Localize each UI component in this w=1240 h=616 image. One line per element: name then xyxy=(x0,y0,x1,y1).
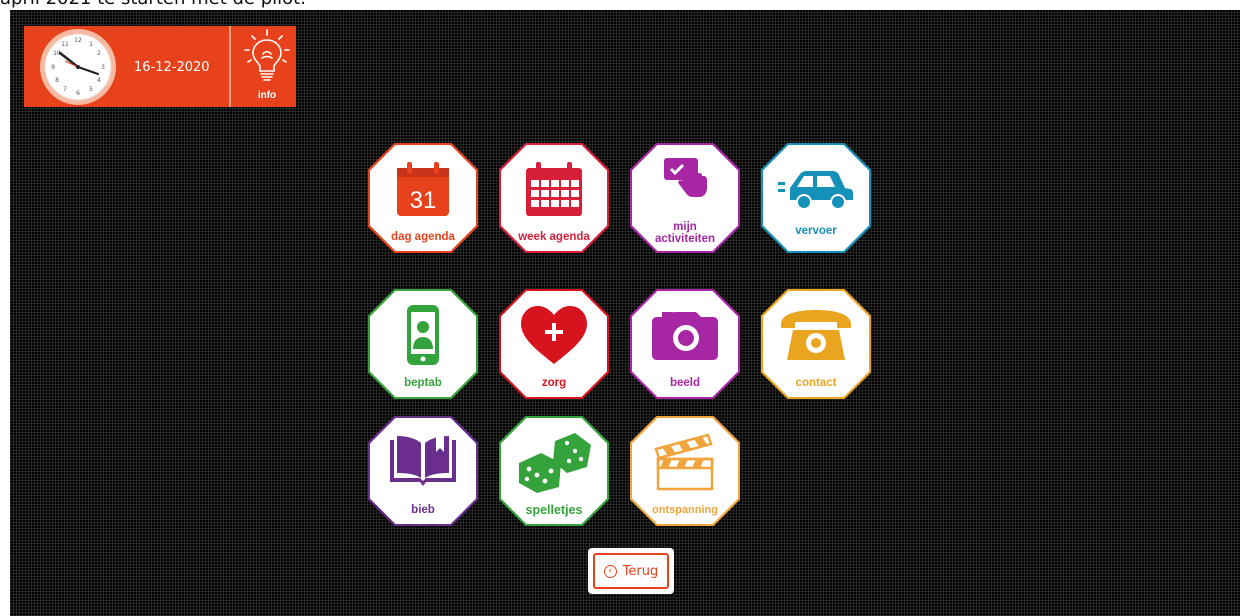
info-button[interactable]: info xyxy=(238,26,296,107)
tile-label: spelletjes xyxy=(525,503,583,517)
info-label: info xyxy=(257,90,277,101)
tile-label-line1: mijn xyxy=(673,221,697,233)
tile-beeld[interactable]: beeld xyxy=(630,289,740,399)
svg-text:5: 5 xyxy=(89,86,93,93)
dice-icon xyxy=(499,426,609,498)
svg-text:11: 11 xyxy=(61,41,69,48)
lightbulb-icon xyxy=(244,29,290,81)
svg-text:8: 8 xyxy=(55,77,59,84)
tile-label: contact xyxy=(795,377,837,389)
tile-label: ontspanning xyxy=(652,504,718,516)
book-icon xyxy=(368,426,478,498)
tile-spelletjes[interactable]: spelletjes xyxy=(499,416,609,526)
tile-contact[interactable]: contact xyxy=(761,289,871,399)
back-button[interactable]: ‹ Terug xyxy=(588,548,674,594)
heart-plus-icon xyxy=(499,299,609,371)
phone-person-icon xyxy=(368,299,478,371)
clock-icon: 1212 345 678 91011 xyxy=(40,29,116,105)
header-divider xyxy=(229,26,231,107)
tile-bieb[interactable]: bieb xyxy=(368,416,478,526)
tile-label-line2: activiteiten xyxy=(654,233,716,245)
tile-mijn-activiteiten[interactable]: mijn activiteiten xyxy=(630,143,740,253)
tile-label: bieb xyxy=(411,504,435,516)
svg-text:12: 12 xyxy=(74,37,82,44)
svg-text:1: 1 xyxy=(89,41,93,48)
back-button-label: Terug xyxy=(622,563,659,579)
telephone-icon xyxy=(761,299,871,371)
clapperboard-icon xyxy=(630,426,740,498)
tile-label: zorg xyxy=(541,377,567,389)
calendar-week-icon xyxy=(499,153,609,225)
svg-text:3: 3 xyxy=(101,64,105,71)
tile-ontspanning[interactable]: ontspanning xyxy=(630,416,740,526)
tile-label: vervoer xyxy=(795,225,837,237)
current-date: 16-12-2020 xyxy=(134,60,210,75)
car-icon xyxy=(761,153,871,225)
svg-text:9: 9 xyxy=(51,64,55,71)
tile-label: week agenda xyxy=(518,231,590,243)
tile-beptab[interactable]: beptab xyxy=(368,289,478,399)
tile-zorg[interactable]: zorg xyxy=(499,289,609,399)
tile-label: beeld xyxy=(669,377,701,389)
tile-label: beptab xyxy=(404,377,442,389)
back-button-frame: ‹ Terug xyxy=(593,553,669,589)
tile-label: dag agenda xyxy=(391,231,455,243)
page-intro-text: april 2021 te starten met de pilot. xyxy=(0,0,1240,10)
chevron-left-circle-icon: ‹ xyxy=(603,564,617,578)
calendar-day-number: 31 xyxy=(410,187,437,214)
svg-text:4: 4 xyxy=(97,77,101,84)
tile-label: mijn activiteiten xyxy=(630,221,740,245)
svg-text:7: 7 xyxy=(63,86,67,93)
camera-icon xyxy=(630,299,740,371)
calendar-day-icon: 31 xyxy=(368,153,478,225)
touch-screen-icon xyxy=(630,149,740,205)
svg-text:2: 2 xyxy=(97,50,101,57)
tile-dag-agenda[interactable]: 31 dag agenda xyxy=(368,143,478,253)
header-bar: 12 1 2 345 678 9 10 11 16-12-2020 info xyxy=(24,26,296,107)
tile-week-agenda[interactable]: week agenda xyxy=(499,143,609,253)
app-screen: 12 1 2 345 678 9 10 11 16-12-2020 info 3… xyxy=(10,10,1240,616)
svg-text:6: 6 xyxy=(76,90,80,97)
tile-vervoer[interactable]: vervoer xyxy=(761,143,871,253)
